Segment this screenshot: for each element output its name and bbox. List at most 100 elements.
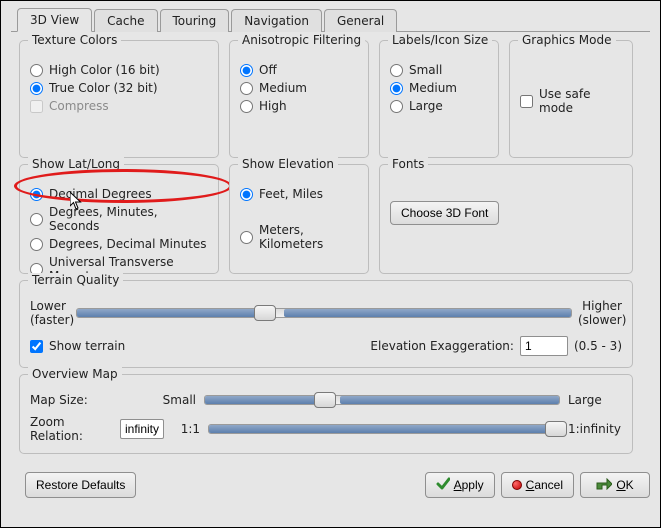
- tab-navigation[interactable]: Navigation: [231, 9, 322, 32]
- label-compress: Compress: [49, 99, 109, 113]
- opt-size-medium[interactable]: Medium: [390, 81, 488, 95]
- radio-true-color[interactable]: [30, 82, 43, 95]
- opt-meters-km[interactable]: Meters, Kilometers: [240, 223, 358, 251]
- opt-decimal-degrees[interactable]: Decimal Degrees: [30, 187, 208, 201]
- opt-dms[interactable]: Degrees, Minutes, Seconds: [30, 205, 208, 233]
- label-meters-km: Meters, Kilometers: [259, 223, 358, 251]
- group-fonts: Fonts Choose 3D Font: [379, 164, 633, 274]
- preferences-dialog: 3D View Cache Touring Navigation General…: [0, 0, 661, 528]
- legend-show-elevation: Show Elevation: [238, 157, 338, 171]
- radio-aniso-off[interactable]: [240, 64, 253, 77]
- radio-aniso-high[interactable]: [240, 100, 253, 113]
- label-map-size: Map Size:: [30, 393, 150, 407]
- slider-zoom-relation[interactable]: [208, 424, 560, 434]
- label-size-large: Large: [409, 99, 443, 113]
- tab-strip: 3D View Cache Touring Navigation General: [1, 1, 660, 31]
- cancel-label: Cancel: [526, 478, 563, 492]
- tab-touring[interactable]: Touring: [160, 9, 230, 32]
- radio-ddm[interactable]: [30, 238, 43, 251]
- label-decimal-degrees: Decimal Degrees: [49, 187, 152, 201]
- opt-safe-mode[interactable]: Use safe mode: [520, 87, 622, 115]
- legend-terrain-quality: Terrain Quality: [28, 273, 123, 287]
- apply-button[interactable]: Apply: [425, 472, 495, 498]
- ok-button[interactable]: OK: [580, 472, 650, 498]
- radio-meters-km[interactable]: [240, 231, 253, 244]
- opt-ddm[interactable]: Degrees, Decimal Minutes: [30, 237, 208, 251]
- restore-defaults-button[interactable]: Restore Defaults: [25, 472, 136, 498]
- check-icon: [436, 477, 450, 494]
- legend-labels-icon: Labels/Icon Size: [388, 33, 492, 47]
- cancel-button[interactable]: Cancel: [501, 472, 574, 498]
- radio-decimal-degrees[interactable]: [30, 188, 43, 201]
- opt-feet-miles[interactable]: Feet, Miles: [240, 187, 358, 201]
- label-elev-exag-range: (0.5 - 3): [574, 339, 622, 353]
- label-aniso-high: High: [259, 99, 287, 113]
- label-ddm: Degrees, Decimal Minutes: [49, 237, 207, 251]
- tab-3d-view[interactable]: 3D View: [17, 8, 92, 32]
- label-terrain-higher: Higher: [578, 299, 622, 313]
- apply-label: Apply: [454, 478, 484, 492]
- legend-overview-map: Overview Map: [28, 367, 122, 381]
- checkbox-show-terrain[interactable]: [30, 340, 43, 353]
- choose-3d-font-button[interactable]: Choose 3D Font: [390, 201, 499, 225]
- radio-aniso-medium[interactable]: [240, 82, 253, 95]
- slider-map-size[interactable]: [204, 395, 560, 405]
- radio-size-medium[interactable]: [390, 82, 403, 95]
- radio-size-small[interactable]: [390, 64, 403, 77]
- label-map-small: Small: [158, 393, 196, 407]
- opt-compress: Compress: [30, 99, 208, 113]
- label-terrain-lower: Lower: [30, 299, 70, 313]
- input-zoom-relation[interactable]: [120, 419, 164, 439]
- opt-high-color[interactable]: High Color (16 bit): [30, 63, 208, 77]
- record-icon: [512, 480, 522, 490]
- opt-size-large[interactable]: Large: [390, 99, 488, 113]
- label-aniso-medium: Medium: [259, 81, 307, 95]
- opt-size-small[interactable]: Small: [390, 63, 488, 77]
- label-high-color: High Color (16 bit): [49, 63, 160, 77]
- label-zoom-relation: Zoom Relation:: [30, 415, 112, 443]
- radio-feet-miles[interactable]: [240, 188, 253, 201]
- opt-aniso-high[interactable]: High: [240, 99, 358, 113]
- ok-label: OK: [616, 478, 633, 492]
- label-show-terrain: Show terrain: [49, 339, 125, 353]
- tab-cache[interactable]: Cache: [94, 9, 157, 32]
- label-terrain-faster: (faster): [30, 313, 70, 327]
- dialog-footer: Restore Defaults Apply Cancel OK: [1, 466, 660, 510]
- checkbox-safe-mode[interactable]: [520, 95, 533, 108]
- radio-dms[interactable]: [30, 213, 43, 226]
- group-show-elevation: Show Elevation Feet, Miles Meters, Kilom…: [229, 164, 369, 274]
- checkbox-compress: [30, 100, 43, 113]
- label-dms: Degrees, Minutes, Seconds: [49, 205, 208, 233]
- label-terrain-slower: (slower): [578, 313, 622, 327]
- label-aniso-off: Off: [259, 63, 277, 77]
- radio-size-large[interactable]: [390, 100, 403, 113]
- legend-show-latlong: Show Lat/Long: [28, 157, 124, 171]
- label-elev-exag: Elevation Exaggeration:: [370, 339, 514, 353]
- legend-anisotropic: Anisotropic Filtering: [238, 33, 365, 47]
- label-size-small: Small: [409, 63, 442, 77]
- label-true-color: True Color (32 bit): [49, 81, 158, 95]
- legend-fonts: Fonts: [388, 157, 428, 171]
- opt-true-color[interactable]: True Color (32 bit): [30, 81, 208, 95]
- group-overview-map: Overview Map Map Size: Small Large Zoom …: [19, 374, 633, 454]
- group-texture-colors: Texture Colors High Color (16 bit) True …: [19, 40, 219, 158]
- opt-aniso-medium[interactable]: Medium: [240, 81, 358, 95]
- label-size-medium: Medium: [409, 81, 457, 95]
- opt-aniso-off[interactable]: Off: [240, 63, 358, 77]
- group-anisotropic: Anisotropic Filtering Off Medium High: [229, 40, 369, 158]
- label-map-large: Large: [568, 393, 622, 407]
- group-show-latlong: Show Lat/Long Decimal Degrees Degrees, M…: [19, 164, 219, 274]
- slider-terrain[interactable]: [76, 308, 572, 318]
- input-elev-exag[interactable]: [520, 336, 568, 356]
- label-feet-miles: Feet, Miles: [259, 187, 323, 201]
- group-labels-icon: Labels/Icon Size Small Medium Large: [379, 40, 499, 158]
- legend-graphics-mode: Graphics Mode: [518, 33, 616, 47]
- legend-texture-colors: Texture Colors: [28, 33, 121, 47]
- group-terrain-quality: Terrain Quality Lower (faster) Higher (s…: [19, 280, 633, 368]
- group-graphics-mode: Graphics Mode Use safe mode: [509, 40, 633, 158]
- tab-panel-3d-view: Texture Colors High Color (16 bit) True …: [11, 31, 650, 466]
- opt-show-terrain[interactable]: Show terrain: [30, 339, 125, 353]
- label-safe-mode: Use safe mode: [539, 87, 622, 115]
- tab-general[interactable]: General: [324, 9, 397, 32]
- radio-high-color[interactable]: [30, 64, 43, 77]
